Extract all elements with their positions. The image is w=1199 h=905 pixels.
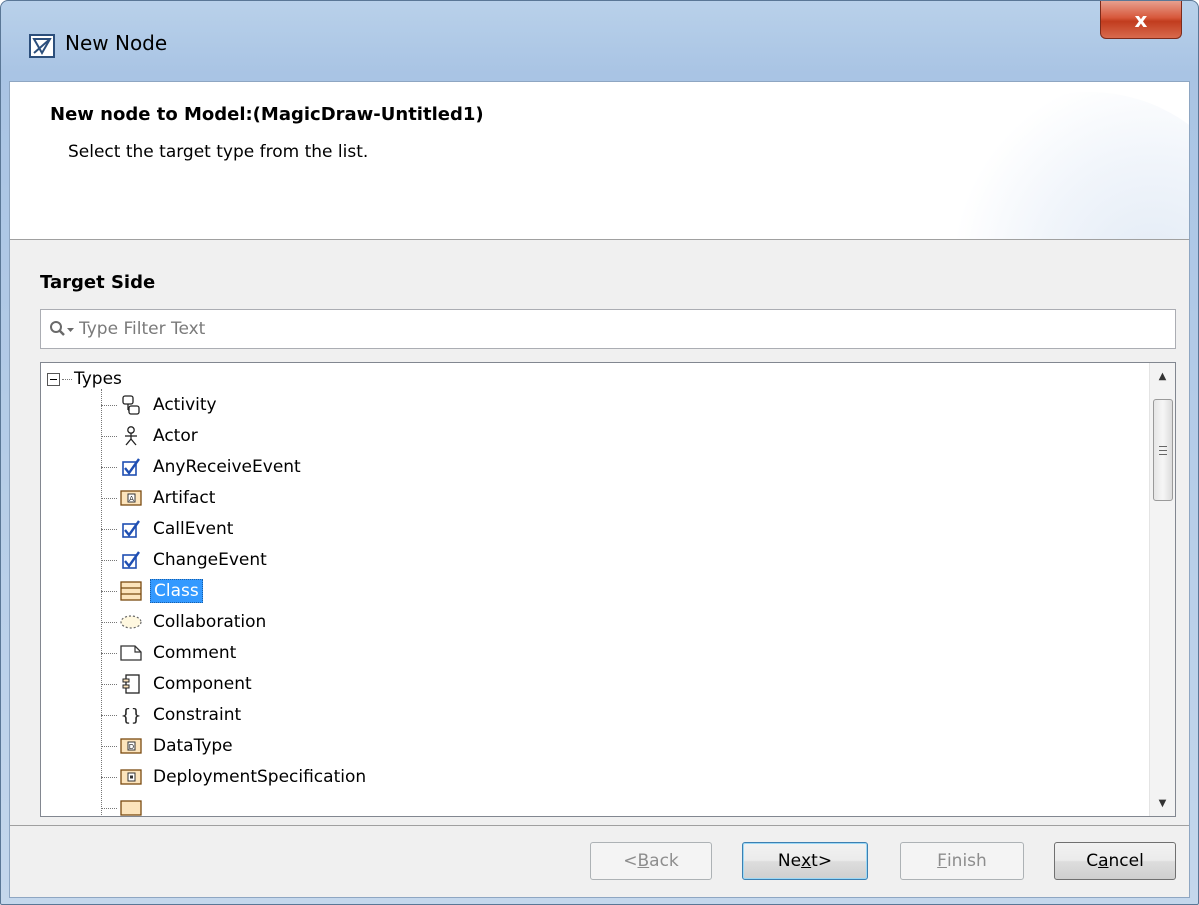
tree-item-label: Constraint <box>153 705 242 725</box>
event-icon <box>120 549 142 571</box>
tree-item-partial[interactable] <box>101 793 150 816</box>
tree-item-label: Component <box>153 674 252 694</box>
type-tree[interactable]: Types Activity Actor AnyReceiveEvent A A… <box>40 362 1176 817</box>
activity-icon <box>120 394 142 416</box>
tree-item-artifact[interactable]: A Artifact <box>101 483 218 513</box>
tree-item-label: AnyReceiveEvent <box>153 457 301 477</box>
event-icon <box>120 518 142 540</box>
finish-button[interactable]: Finish <box>900 842 1024 880</box>
tree-item-activity[interactable]: Activity <box>101 390 220 420</box>
svg-text:{}: {} <box>121 706 141 726</box>
tree-item-label: DeploymentSpecification <box>153 767 367 787</box>
tree-item-label: DataType <box>153 736 233 756</box>
tree-item-label: Artifact <box>153 488 216 508</box>
tree-item-collaboration[interactable]: Collaboration <box>101 607 269 637</box>
tree-item-constraint[interactable]: {} Constraint <box>101 700 244 730</box>
scroll-up-icon[interactable]: ▲ <box>1150 363 1175 389</box>
window-title: New Node <box>65 31 168 55</box>
header-decoration <box>929 92 1189 239</box>
tree-item-anyreceiveevent[interactable]: AnyReceiveEvent <box>101 452 304 482</box>
search-icon[interactable] <box>49 320 75 340</box>
tree-item-actor[interactable]: Actor <box>101 421 201 451</box>
dialog-window: New Node x New node to Model:(MagicDraw-… <box>0 0 1199 905</box>
tree-item-label: Comment <box>153 643 237 663</box>
component-icon <box>120 673 142 695</box>
close-icon: x <box>1134 7 1148 32</box>
dialog-client-area: New node to Model:(MagicDraw-Untitled1) … <box>9 81 1190 898</box>
tree-item-label: Activity <box>153 395 217 415</box>
actor-icon <box>120 425 142 447</box>
class-icon <box>120 580 142 602</box>
event-icon <box>120 456 142 478</box>
artifact-icon: A <box>120 487 142 509</box>
tree-item-label: Class <box>150 579 203 603</box>
wizard-header: New node to Model:(MagicDraw-Untitled1) … <box>10 82 1189 240</box>
tree-scrollbar[interactable]: ▲ ▼ <box>1149 363 1175 816</box>
tree-item-label: ChangeEvent <box>153 550 267 570</box>
wizard-title: New node to Model:(MagicDraw-Untitled1) <box>50 104 484 125</box>
magicdraw-app-icon <box>29 34 55 58</box>
svg-text:A: A <box>129 495 134 503</box>
tree-item-label: Actor <box>153 426 198 446</box>
title-bar[interactable]: New Node x <box>1 1 1198 81</box>
deployment-spec-icon <box>120 766 142 788</box>
tree-item-label: CallEvent <box>153 519 234 539</box>
constraint-icon: {} <box>120 704 142 726</box>
scroll-thumb[interactable] <box>1153 399 1173 501</box>
comment-icon <box>120 642 142 664</box>
tree-item-datatype[interactable]: D DataType <box>101 731 236 761</box>
scroll-down-icon[interactable]: ▼ <box>1150 790 1175 816</box>
tree-item-label: Collaboration <box>153 612 267 632</box>
element-icon <box>120 797 142 816</box>
tree-item-changeevent[interactable]: ChangeEvent <box>101 545 270 575</box>
back-button[interactable]: < Back <box>590 842 712 880</box>
datatype-icon: D <box>120 735 142 757</box>
tree-item-deploymentspecification[interactable]: DeploymentSpecification <box>101 762 369 792</box>
tree-root-types[interactable]: Types <box>47 367 122 391</box>
collaboration-icon <box>120 611 142 633</box>
next-button[interactable]: Ne x t> <box>742 842 868 880</box>
tree-item-callevent[interactable]: CallEvent <box>101 514 236 544</box>
close-button[interactable]: x <box>1100 1 1182 39</box>
tree-item-comment[interactable]: Comment <box>101 638 239 668</box>
tree-item-component[interactable]: Component <box>101 669 255 699</box>
svg-text:D: D <box>129 743 134 751</box>
tree-item-class[interactable]: Class <box>101 576 203 606</box>
target-side-label: Target Side <box>40 272 156 293</box>
cancel-button[interactable]: Ca ncel <box>1054 842 1176 880</box>
tree-root-label: Types <box>74 369 122 389</box>
wizard-description: Select the target type from the list. <box>68 142 369 162</box>
footer-divider <box>10 825 1189 826</box>
filter-input[interactable] <box>79 310 1169 348</box>
collapse-icon[interactable] <box>47 372 60 386</box>
filter-field[interactable] <box>40 309 1176 349</box>
